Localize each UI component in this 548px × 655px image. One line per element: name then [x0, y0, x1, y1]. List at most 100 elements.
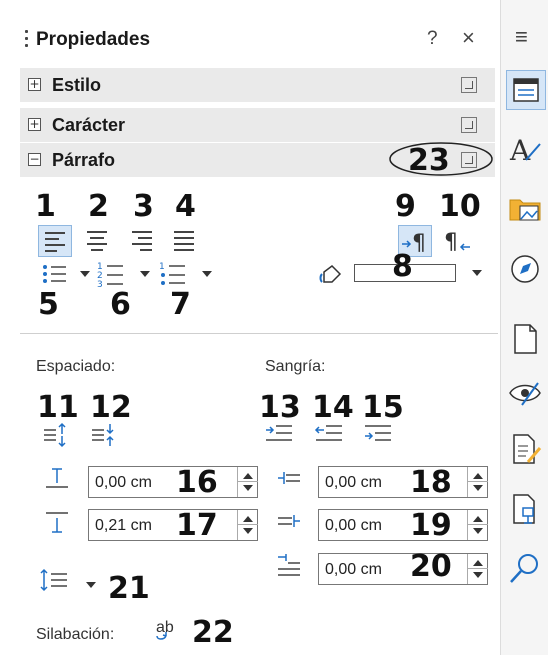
first-line-indent-icon	[278, 554, 300, 576]
properties-icon	[513, 78, 539, 102]
spin-buttons[interactable]	[467, 467, 488, 497]
styles-icon: A	[509, 134, 541, 167]
callout-13: 13	[259, 390, 301, 425]
callout-4: 4	[175, 189, 196, 224]
unordered-list-dropdown[interactable]	[80, 271, 90, 277]
callout-2: 2	[88, 189, 109, 224]
below-spacing-spinbox[interactable]: 0,21 cm	[88, 509, 258, 541]
callout-14: 14	[312, 390, 354, 425]
tab-gallery[interactable]	[506, 190, 546, 230]
decrease-spacing-icon[interactable]	[90, 422, 120, 448]
first-line-indent-value[interactable]: 0,00 cm	[325, 561, 382, 579]
section-caracter[interactable]: + Carácter	[20, 108, 495, 142]
section-estilo[interactable]: + Estilo	[20, 68, 495, 102]
spin-buttons[interactable]	[237, 467, 258, 497]
ordered-list-dropdown[interactable]	[140, 271, 150, 277]
spin-buttons[interactable]	[237, 510, 258, 540]
more-options-icon[interactable]	[461, 77, 477, 93]
spacing-label: Espaciado:	[36, 358, 116, 375]
paint-bucket-icon[interactable]	[318, 260, 354, 288]
more-options-icon[interactable]	[461, 117, 477, 133]
tab-find[interactable]	[506, 550, 546, 590]
align-center-button[interactable]	[80, 225, 114, 257]
svg-text:3: 3	[97, 280, 103, 288]
before-text-indent-icon	[278, 472, 300, 484]
callout-17: 17	[176, 508, 218, 543]
below-spacing-value[interactable]: 0,21 cm	[95, 517, 152, 535]
line-spacing-icon[interactable]	[38, 566, 70, 596]
collapse-icon[interactable]: −	[28, 153, 41, 166]
section-label: Estilo	[52, 75, 102, 95]
section-label: Carácter	[52, 115, 126, 135]
more-options-icon[interactable]	[461, 152, 477, 168]
callout-7: 7	[170, 287, 191, 322]
callout-12: 12	[90, 390, 132, 425]
callout-20: 20	[410, 549, 452, 584]
spin-buttons[interactable]	[467, 510, 488, 540]
expand-icon[interactable]: +	[28, 78, 41, 91]
increase-spacing-icon[interactable]	[42, 422, 72, 448]
tab-manage-changes[interactable]	[506, 430, 546, 470]
spin-buttons[interactable]	[467, 554, 488, 584]
pilcrow-rtl-icon: ¶	[444, 230, 470, 255]
hanging-indent-icon[interactable]	[363, 422, 393, 446]
callout-19: 19	[410, 508, 452, 543]
svg-text:A: A	[509, 134, 531, 167]
after-text-indent-value[interactable]: 0,00 cm	[325, 517, 382, 535]
svg-text:¶: ¶	[412, 231, 426, 256]
first-line-indent-spinbox[interactable]: 0,00 cm	[318, 553, 488, 585]
tab-styles[interactable]: A	[506, 130, 546, 170]
tab-design[interactable]	[506, 490, 546, 530]
callout-5: 5	[38, 287, 59, 322]
tab-navigator[interactable]	[506, 250, 546, 290]
divider	[20, 333, 498, 334]
tab-page[interactable]	[506, 320, 546, 360]
above-spacing-spinbox[interactable]: 0,00 cm	[88, 466, 258, 498]
panel-title: Propiedades	[36, 29, 151, 50]
background-color-dropdown[interactable]	[472, 270, 482, 276]
callout-18: 18	[410, 465, 452, 500]
before-text-indent-value[interactable]: 0,00 cm	[325, 474, 382, 492]
hyphenation-label: Silabación:	[36, 626, 115, 643]
section-parrafo[interactable]: − Párrafo 23	[20, 142, 495, 177]
page-icon	[514, 324, 537, 354]
callout-10: 10	[439, 189, 481, 224]
design-icon	[513, 494, 535, 524]
callout-22: 22	[192, 615, 234, 650]
hyphenation-button[interactable]: ab	[154, 616, 184, 646]
find-icon	[510, 554, 538, 583]
decrease-indent-icon[interactable]	[314, 422, 344, 446]
before-text-indent-spinbox[interactable]: 0,00 cm	[318, 466, 488, 498]
align-left-button[interactable]	[38, 225, 72, 257]
sidebar-tabbar: ≡ A	[500, 0, 548, 655]
callout-16: 16	[176, 465, 218, 500]
callout-1: 1	[35, 189, 56, 224]
outline-list-icon[interactable]: 1	[158, 260, 188, 288]
style-inspector-icon	[509, 382, 541, 406]
ordered-list-icon[interactable]: 1 2 3	[96, 260, 126, 288]
rtl-direction-button[interactable]: ¶	[440, 225, 474, 257]
expand-icon[interactable]: +	[28, 118, 41, 131]
close-button[interactable]: ×	[462, 25, 475, 51]
align-right-button[interactable]	[124, 225, 158, 257]
tab-properties[interactable]	[506, 70, 546, 110]
drag-grip[interactable]	[25, 30, 29, 52]
unordered-list-icon[interactable]	[40, 262, 70, 286]
indent-label: Sangría:	[265, 358, 326, 375]
help-button[interactable]: ?	[427, 28, 438, 50]
after-text-indent-spinbox[interactable]: 0,00 cm	[318, 509, 488, 541]
navigator-icon	[511, 255, 539, 283]
sidebar-menu-button[interactable]: ≡	[515, 24, 528, 50]
below-spacing-icon	[46, 512, 68, 533]
increase-indent-icon[interactable]	[264, 422, 294, 446]
svg-text:¶: ¶	[444, 230, 458, 255]
outline-list-dropdown[interactable]	[202, 271, 212, 277]
properties-panel: Propiedades ? × + Estilo + Carácter − Pá…	[0, 0, 500, 655]
after-text-indent-icon	[278, 515, 300, 527]
svg-text:1: 1	[159, 262, 165, 272]
line-spacing-dropdown[interactable]	[86, 582, 96, 588]
align-justify-button[interactable]	[167, 225, 201, 257]
above-spacing-value[interactable]: 0,00 cm	[95, 474, 152, 492]
callout-15: 15	[362, 390, 404, 425]
tab-style-inspector[interactable]	[506, 375, 546, 415]
